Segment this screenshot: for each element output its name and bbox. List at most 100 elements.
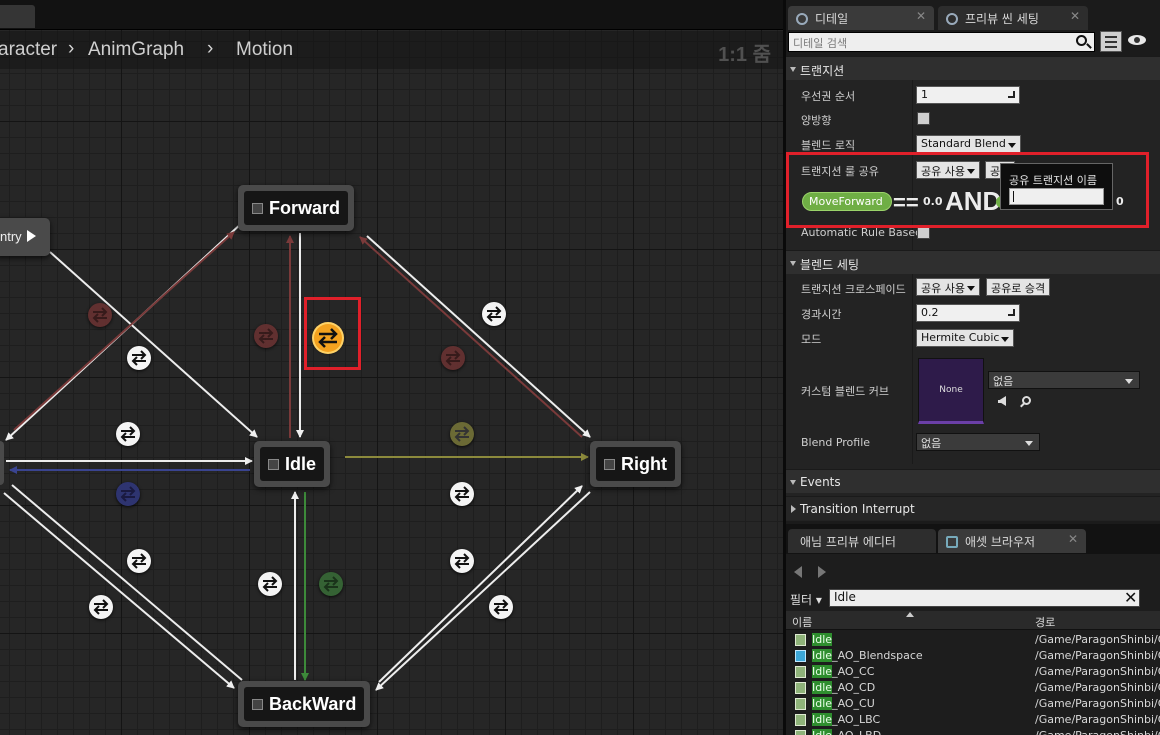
transition-icon — [120, 486, 136, 502]
transition-node[interactable] — [116, 422, 140, 446]
transition-node-dim[interactable] — [88, 303, 112, 327]
tab-preview-scene[interactable]: 프리뷰 씬 세팅 ✕ — [938, 6, 1088, 30]
transition-node[interactable] — [89, 595, 113, 619]
anim-sequence-icon — [795, 634, 806, 646]
breadcrumb-item[interactable]: AnimGraph — [88, 39, 184, 61]
transition-node[interactable] — [489, 595, 513, 619]
category-events[interactable]: Events — [786, 469, 1160, 493]
category-transition[interactable]: 트랜지션 — [786, 56, 1160, 80]
breadcrumb-separator-icon: › — [207, 38, 214, 59]
asset-row[interactable]: Idle_AO_Blendspace/Game/ParagonShinbi/Ch… — [786, 648, 1160, 664]
breadcrumb-item[interactable]: aracter — [0, 39, 57, 61]
anim-graph-canvas[interactable]: ntry Forward Idle Right BackWard aracter… — [0, 0, 783, 735]
asset-row[interactable]: Idle_AO_CD/Game/ParagonShinbi/Characters… — [786, 680, 1160, 696]
transition-node[interactable] — [127, 549, 151, 573]
mode-label: 모드 — [801, 333, 822, 346]
transition-node[interactable] — [127, 346, 151, 370]
list-icon — [1105, 46, 1117, 48]
sort-ascending-icon — [906, 612, 914, 617]
transition-node[interactable] — [450, 549, 474, 573]
asset-row[interactable]: Idle/Game/ParagonShinbi/Characters/ — [786, 632, 1160, 648]
transition-icon — [93, 599, 109, 615]
transition-node[interactable] — [258, 572, 282, 596]
bidirectional-checkbox[interactable] — [917, 112, 930, 125]
blend-profile-dropdown[interactable]: 없음 — [916, 433, 1040, 451]
tab-details[interactable]: 디테일 ✕ — [788, 6, 934, 30]
asset-browser-icon — [946, 536, 958, 548]
duration-label: 경과시간 — [801, 308, 842, 321]
state-label: BackWard — [269, 693, 357, 714]
transition-node[interactable] — [482, 302, 506, 326]
column-path-header[interactable]: 경로 — [1035, 614, 1055, 630]
state-node-forward[interactable]: Forward — [238, 185, 355, 231]
graph-tab[interactable] — [0, 5, 35, 28]
entry-node[interactable]: ntry — [0, 218, 50, 256]
zoom-level: 1:1 줌 — [718, 44, 771, 66]
transition-interrupt-label: Transition Interrupt — [800, 502, 915, 516]
asset-row[interactable]: Idle_AO_CC/Game/ParagonShinbi/Characters… — [786, 664, 1160, 680]
tab-asset-browser[interactable]: 애셋 브라우저 ✕ — [938, 529, 1086, 553]
forward-arrow-icon[interactable] — [818, 566, 826, 578]
duration-field[interactable]: 0.2 — [916, 304, 1020, 322]
priority-order-field[interactable]: 1 — [916, 86, 1020, 104]
back-arrow-icon[interactable] — [794, 566, 802, 578]
crossfade-promote-button[interactable]: 공유로 승격 — [986, 278, 1051, 296]
transition-node-dim[interactable] — [450, 422, 474, 446]
browse-search-icon[interactable] — [1022, 396, 1031, 405]
crossfade-share-dropdown[interactable]: 공유 사용 — [916, 278, 980, 296]
asset-row[interactable]: Idle_AO_LBC/Game/ParagonShinbi/Character… — [786, 712, 1160, 728]
blend-logic-dropdown[interactable]: Standard Blend — [916, 135, 1021, 153]
curve-thumbnail[interactable]: None — [918, 358, 984, 424]
column-name-header[interactable]: 이름 — [792, 614, 812, 630]
asset-path: /Game/ParagonShinbi/Characters/ — [1035, 729, 1160, 735]
mode-dropdown[interactable]: Hermite Cubic — [916, 329, 1015, 347]
priority-order-label: 우선권 순서 — [801, 90, 856, 103]
asset-search-input[interactable]: Idle — [829, 589, 1140, 607]
state-node-right[interactable]: Right — [590, 441, 681, 487]
selection-highlight — [786, 152, 1149, 228]
state-node-idle[interactable]: Idle — [254, 441, 331, 487]
transition-icon — [445, 350, 461, 366]
tab-anim-preview-editor[interactable]: 애님 프리뷰 에디터 — [788, 529, 936, 553]
transition-icon — [454, 553, 470, 569]
clear-search-icon[interactable]: ✕ — [1124, 588, 1137, 607]
asset-name: Idle_AO_LBC — [812, 713, 881, 726]
column-divider[interactable] — [912, 272, 913, 464]
asset-path: /Game/ParagonShinbi/Characters/ — [1035, 697, 1160, 710]
entry-arrow-icon — [27, 230, 36, 242]
transition-node-dim[interactable] — [319, 572, 343, 596]
search-icon — [1076, 35, 1087, 46]
state-node-backward[interactable]: BackWard — [238, 681, 371, 727]
priority-value: 1 — [921, 88, 928, 101]
view-options-button[interactable] — [1100, 31, 1122, 52]
curve-thumbnail-label: None — [939, 385, 963, 395]
tab-details-label: 디테일 — [815, 12, 849, 26]
use-selected-arrow-icon[interactable] — [998, 396, 1006, 406]
close-icon[interactable]: ✕ — [1070, 9, 1080, 23]
close-icon[interactable]: ✕ — [916, 9, 926, 23]
transition-node-dim[interactable] — [441, 346, 465, 370]
transition-icon — [486, 306, 502, 322]
details-search-input[interactable]: 디테일 검색 — [788, 32, 1095, 52]
filter-dropdown[interactable]: 필터 ▾ — [790, 591, 822, 608]
asset-path: /Game/ParagonShinbi/Characters/ — [1035, 633, 1160, 646]
close-icon[interactable]: ✕ — [1068, 532, 1078, 546]
blend-logic-label: 블렌드 로직 — [801, 139, 856, 152]
tab-anim-preview-label: 애님 프리뷰 에디터 — [800, 535, 896, 549]
category-blend-settings[interactable]: 블렌드 세팅 — [786, 250, 1160, 274]
state-icon — [252, 698, 263, 710]
custom-curve-label: 커스텀 블렌드 커브 — [801, 385, 889, 398]
transition-node-dim[interactable] — [254, 324, 278, 348]
transition-icon — [454, 486, 470, 502]
transition-node[interactable] — [450, 482, 474, 506]
transition-node-dim[interactable] — [116, 482, 140, 506]
custom-curve-dropdown[interactable]: 없음 — [988, 371, 1140, 389]
asset-row[interactable]: Idle_AO_CU/Game/ParagonShinbi/Characters… — [786, 696, 1160, 712]
asset-name: Idle_AO_CU — [812, 697, 875, 710]
state-node-left[interactable] — [0, 441, 4, 485]
asset-row[interactable]: Idle_AO_LBD/Game/ParagonShinbi/Character… — [786, 728, 1160, 735]
breadcrumb-item[interactable]: Motion — [236, 39, 293, 61]
transition-icon — [323, 576, 339, 592]
transition-interrupt-row[interactable]: Transition Interrupt — [786, 496, 1160, 520]
eye-icon[interactable] — [1128, 35, 1146, 45]
